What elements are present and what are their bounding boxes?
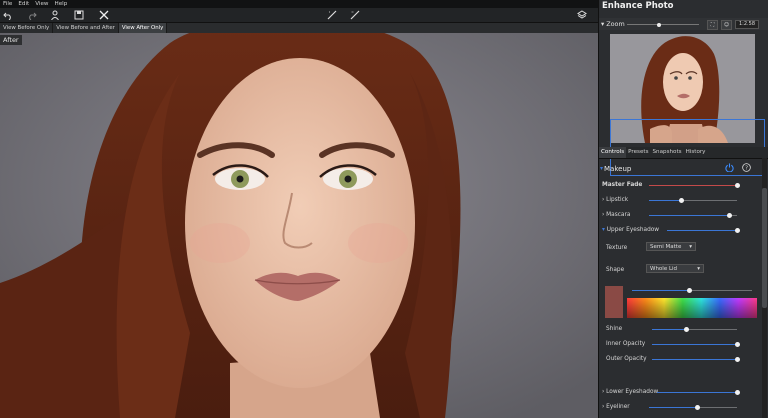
outer-opacity-slider[interactable] (652, 357, 740, 362)
shine-knob[interactable] (683, 327, 689, 332)
undo-icon[interactable] (2, 9, 14, 21)
lipstick-slider[interactable] (649, 198, 737, 203)
upper-eyeshadow-knob[interactable] (734, 228, 740, 233)
redo-icon[interactable] (26, 9, 38, 21)
after-label: After (0, 35, 22, 45)
photo-canvas[interactable] (0, 33, 598, 418)
lower-eyeshadow-slider[interactable] (657, 390, 740, 395)
mascara-slider[interactable] (649, 213, 737, 218)
chevron-right-icon[interactable]: › (602, 389, 604, 395)
lower-eyeshadow-knob[interactable] (734, 390, 740, 395)
help-icon[interactable]: ? (742, 163, 751, 172)
chevron-down-icon: ▾ (697, 266, 700, 272)
menu-help[interactable]: Help (52, 1, 71, 7)
shape-label: Shape (606, 267, 625, 273)
tab-snapshots[interactable]: Snapshots (651, 147, 684, 158)
outer-opacity-label: Outer Opacity (606, 356, 647, 362)
panel-scrollbar[interactable] (762, 158, 767, 418)
tab-view-before-only[interactable]: View Before Only (0, 23, 54, 33)
chevron-right-icon[interactable]: › (602, 197, 604, 203)
menu-file[interactable]: File (0, 1, 15, 7)
chevron-right-icon[interactable]: › (602, 212, 604, 218)
layers-icon[interactable] (576, 9, 588, 21)
zoom-slider-thumb[interactable] (657, 22, 662, 27)
toolbar (0, 8, 598, 23)
mascara-label[interactable]: › Mascara (602, 212, 630, 218)
lower-eyeshadow-label[interactable]: › Lower Eyeshadow (602, 389, 658, 395)
shine-label: Shine (606, 326, 623, 332)
color-slider-knob[interactable] (687, 288, 693, 293)
inner-opacity-knob[interactable] (734, 342, 740, 347)
texture-dropdown[interactable]: Semi Matte ▾ (646, 242, 696, 251)
tab-history[interactable]: History (684, 147, 708, 158)
chevron-down-icon: ▾ (689, 244, 692, 250)
texture-label: Texture (606, 245, 628, 251)
actual-size-icon[interactable]: ☺ (721, 20, 732, 30)
fit-screen-icon[interactable]: ⛶ (707, 20, 718, 30)
panel-scrollbar-thumb[interactable] (762, 188, 767, 308)
master-fade-label: Master Fade (602, 182, 643, 188)
brush-icon[interactable] (326, 9, 338, 21)
lipstick-knob[interactable] (679, 198, 685, 203)
upper-eyeshadow-label[interactable]: ▾ Upper Eyeshadow (602, 227, 659, 233)
inner-opacity-label: Inner Opacity (606, 341, 646, 347)
chevron-down-icon[interactable]: ▾ (600, 165, 603, 172)
menu-bar: File Edit View Help (0, 0, 598, 8)
color-slider[interactable] (632, 288, 752, 293)
color-swatch[interactable] (605, 286, 623, 318)
power-icon[interactable] (725, 163, 734, 172)
tab-view-after-only[interactable]: View After Only (118, 23, 168, 33)
svg-text:?: ? (745, 166, 748, 172)
zoom-label: Zoom (606, 20, 625, 28)
color-spectrum-picker[interactable] (627, 298, 757, 318)
makeup-section-header[interactable]: ▾ Makeup ? (599, 162, 759, 174)
eyeliner-slider[interactable] (649, 405, 737, 410)
mascara-knob[interactable] (727, 213, 733, 218)
menu-edit[interactable]: Edit (15, 1, 32, 7)
navigator-thumbnail[interactable] (610, 34, 765, 176)
eraser-brush-icon[interactable] (349, 9, 361, 21)
zoom-section: ▾ Zoom ⛶ ☺ 1:2.58 (599, 18, 768, 30)
lipstick-label[interactable]: › Lipstick (602, 197, 628, 203)
master-fade-knob[interactable] (734, 183, 740, 188)
outer-opacity-knob[interactable] (734, 357, 740, 362)
close-icon[interactable] (98, 9, 110, 21)
upper-eyeshadow-slider[interactable] (667, 228, 740, 233)
panel-title: Enhance Photo (602, 1, 674, 11)
zoom-slider[interactable] (627, 22, 699, 27)
inner-opacity-slider[interactable] (652, 342, 740, 347)
save-icon[interactable] (73, 9, 85, 21)
portrait-photo (0, 33, 598, 418)
chevron-down-icon[interactable]: ▾ (601, 20, 604, 28)
eyeliner-label[interactable]: › Eyeliner (602, 404, 630, 410)
person-icon[interactable] (49, 9, 61, 21)
zoom-value[interactable]: 1:2.58 (735, 20, 759, 29)
shape-dropdown[interactable]: Whole Lid ▾ (646, 264, 704, 273)
panel-tabs: Controls Presets Snapshots History (599, 147, 768, 159)
chevron-right-icon[interactable]: › (602, 404, 604, 410)
tab-controls[interactable]: Controls (599, 147, 627, 158)
menu-view[interactable]: View (32, 1, 51, 7)
chevron-down-icon[interactable]: ▾ (602, 227, 605, 233)
enhance-photo-panel: Enhance Photo ▾ Zoom ⛶ ☺ 1:2.58 Controls… (598, 0, 768, 418)
shine-slider[interactable] (652, 327, 737, 332)
view-mode-tabs: View Before Only View Before and After V… (0, 23, 598, 33)
makeup-title: Makeup (604, 165, 632, 173)
tab-view-before-and-after[interactable]: View Before and After (53, 23, 119, 33)
master-fade-slider[interactable] (649, 183, 740, 188)
tab-presets[interactable]: Presets (626, 147, 650, 158)
eyeliner-knob[interactable] (694, 405, 700, 410)
